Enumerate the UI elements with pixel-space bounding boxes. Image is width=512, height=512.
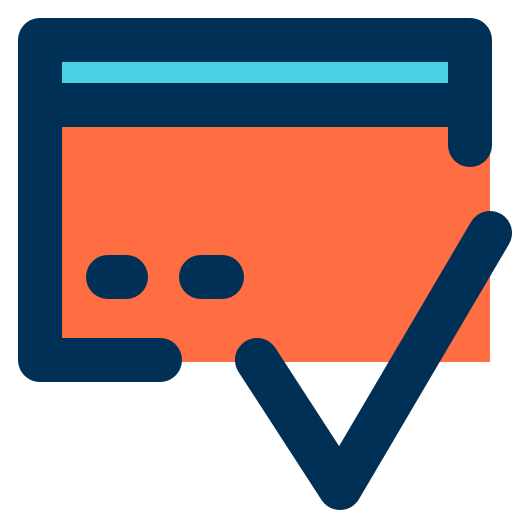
credit-card-approved-icon <box>18 18 512 510</box>
icon-canvas <box>0 0 512 512</box>
